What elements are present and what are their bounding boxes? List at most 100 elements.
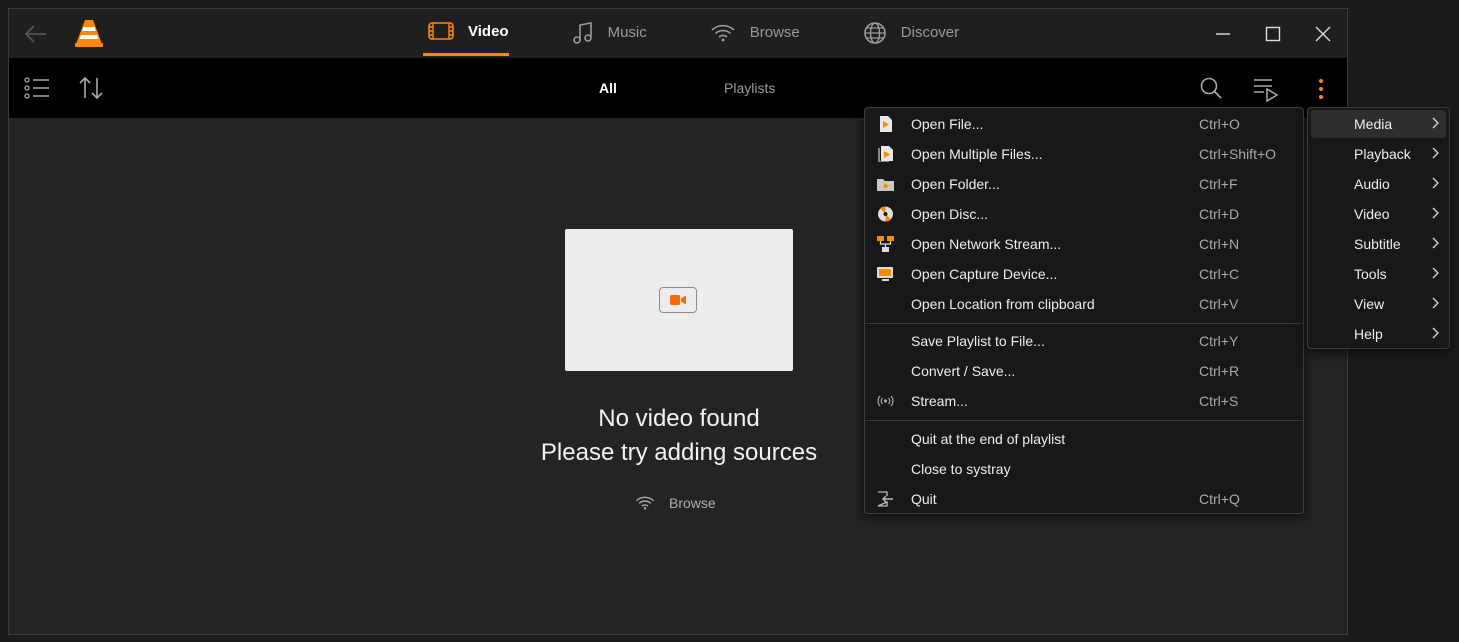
- menu-category-label: View: [1354, 296, 1385, 312]
- menu-separator: [865, 420, 1303, 421]
- browse-link-button[interactable]: Browse: [635, 495, 716, 511]
- playlist-play-icon: [1254, 79, 1279, 103]
- menu-category-video[interactable]: Video: [1311, 200, 1446, 228]
- minimize-button[interactable]: [1208, 21, 1238, 47]
- empty-state-subtitle: Please try adding sources: [540, 439, 818, 466]
- menu-category-playback[interactable]: Playback: [1311, 140, 1446, 168]
- file-play-icon: [880, 116, 892, 132]
- tab-music[interactable]: Music: [567, 9, 647, 56]
- chevron-right-icon: [1432, 177, 1439, 189]
- media-menu: Open File... Ctrl+O Open Multiple Files.…: [864, 107, 1304, 514]
- subtab-all[interactable]: All: [599, 80, 617, 96]
- tab-video[interactable]: Video: [423, 9, 509, 56]
- empty-state-thumbnail: [565, 229, 793, 371]
- menu-item-stream[interactable]: Stream... Ctrl+S: [865, 386, 1303, 416]
- menu-item-shortcut: Ctrl+O: [1199, 116, 1240, 132]
- exit-icon: [877, 491, 893, 507]
- menu-category-label: Media: [1354, 116, 1393, 132]
- menu-item-label: Open Capture Device...: [911, 266, 1058, 282]
- list-view-icon: [24, 77, 49, 99]
- tab-label: Browse: [749, 24, 800, 41]
- list-view-button[interactable]: [23, 74, 51, 102]
- menu-category-label: Help: [1354, 326, 1383, 342]
- chevron-right-icon: [1432, 117, 1439, 129]
- menu-item-label: Open Location from clipboard: [911, 296, 1095, 312]
- close-button[interactable]: [1308, 21, 1338, 47]
- menu-item-quit-end-playlist[interactable]: Quit at the end of playlist: [865, 424, 1303, 454]
- menu-category-list: Media Playback Audio Video Subtitle Tool…: [1307, 107, 1450, 349]
- menu-item-open-disc[interactable]: Open Disc... Ctrl+D: [865, 199, 1303, 229]
- vlc-logo-icon: [73, 17, 105, 49]
- search-button[interactable]: [1197, 74, 1225, 102]
- menu-item-shortcut: Ctrl+R: [1199, 363, 1240, 379]
- menu-item-quit[interactable]: Quit Ctrl+Q: [865, 484, 1303, 514]
- tab-label: Music: [607, 24, 647, 41]
- menu-item-label: Convert / Save...: [911, 363, 1016, 379]
- menu-item-shortcut: Ctrl+Y: [1199, 333, 1239, 349]
- menu-item-open-folder[interactable]: Open Folder... Ctrl+F: [865, 169, 1303, 199]
- menu-item-label: Open Folder...: [911, 176, 1000, 192]
- menu-separator: [865, 323, 1303, 324]
- menu-item-shortcut: Ctrl+Q: [1199, 491, 1240, 507]
- menu-item-convert-save[interactable]: Convert / Save... Ctrl+R: [865, 356, 1303, 386]
- menu-item-shortcut: Ctrl+S: [1199, 393, 1239, 409]
- minimize-icon: [1216, 33, 1230, 35]
- music-note-icon: [572, 21, 592, 44]
- sort-icon: [79, 76, 103, 100]
- playlist-button[interactable]: [1251, 74, 1281, 104]
- close-icon: [1315, 26, 1331, 42]
- tab-label: Video: [468, 22, 509, 40]
- menu-category-subtitle[interactable]: Subtitle: [1311, 230, 1446, 258]
- menu-item-label: Quit at the end of playlist: [911, 431, 1066, 447]
- search-icon: [1200, 77, 1222, 99]
- empty-state-title: No video found: [598, 405, 760, 432]
- browse-link-label: Browse: [669, 495, 716, 511]
- menu-category-media[interactable]: Media: [1311, 110, 1446, 138]
- chevron-right-icon: [1432, 147, 1439, 159]
- menu-item-label: Open Multiple Files...: [911, 146, 1043, 162]
- menu-category-view[interactable]: View: [1311, 290, 1446, 318]
- more-menu-button[interactable]: [1309, 74, 1333, 104]
- chevron-right-icon: [1432, 207, 1439, 219]
- menu-item-open-network-stream[interactable]: Open Network Stream... Ctrl+N: [865, 229, 1303, 259]
- title-bar: Video Music Browse Discover: [9, 9, 1347, 58]
- menu-category-audio[interactable]: Audio: [1311, 170, 1446, 198]
- menu-category-label: Tools: [1354, 266, 1387, 282]
- menu-item-shortcut: Ctrl+F: [1199, 176, 1238, 192]
- menu-item-shortcut: Ctrl+V: [1199, 296, 1239, 312]
- subtab-playlists[interactable]: Playlists: [724, 80, 775, 96]
- menu-item-open-file[interactable]: Open File... Ctrl+O: [865, 109, 1303, 139]
- folder-icon: [877, 179, 894, 191]
- menu-item-open-capture-device[interactable]: Open Capture Device... Ctrl+C: [865, 259, 1303, 289]
- tab-discover[interactable]: Discover: [858, 9, 959, 56]
- globe-icon: [863, 21, 886, 44]
- maximize-button[interactable]: [1258, 21, 1288, 47]
- menu-category-label: Audio: [1354, 176, 1390, 192]
- film-icon: [428, 22, 454, 40]
- network-icon: [877, 236, 894, 252]
- menu-item-shortcut: Ctrl+C: [1199, 266, 1240, 282]
- menu-item-open-multiple-files[interactable]: Open Multiple Files... Ctrl+Shift+O: [865, 139, 1303, 169]
- main-tabs: Video Music Browse Discover: [423, 9, 1017, 58]
- video-camera-frame: [659, 287, 697, 313]
- chevron-right-icon: [1432, 327, 1439, 339]
- disc-icon: [878, 206, 893, 222]
- menu-item-shortcut: Ctrl+N: [1199, 236, 1240, 252]
- menu-item-label: Save Playlist to File...: [911, 333, 1045, 349]
- broadcast-icon: [877, 395, 894, 407]
- chevron-right-icon: [1432, 237, 1439, 249]
- sort-button[interactable]: [77, 74, 105, 102]
- menu-item-save-playlist[interactable]: Save Playlist to File... Ctrl+Y: [865, 326, 1303, 356]
- tab-browse[interactable]: Browse: [705, 9, 800, 56]
- menu-category-tools[interactable]: Tools: [1311, 260, 1446, 288]
- menu-item-close-to-systray[interactable]: Close to systray: [865, 454, 1303, 484]
- menu-item-label: Open Network Stream...: [911, 236, 1062, 252]
- menu-item-label: Open Disc...: [911, 206, 989, 222]
- maximize-icon: [1265, 26, 1281, 42]
- menu-category-help[interactable]: Help: [1311, 320, 1446, 348]
- menu-item-open-location-clipboard[interactable]: Open Location from clipboard Ctrl+V: [865, 289, 1303, 319]
- more-vertical-icon: [1319, 79, 1323, 99]
- menu-category-label: Subtitle: [1354, 236, 1401, 252]
- back-button[interactable]: [19, 19, 53, 49]
- menu-category-label: Video: [1354, 206, 1390, 222]
